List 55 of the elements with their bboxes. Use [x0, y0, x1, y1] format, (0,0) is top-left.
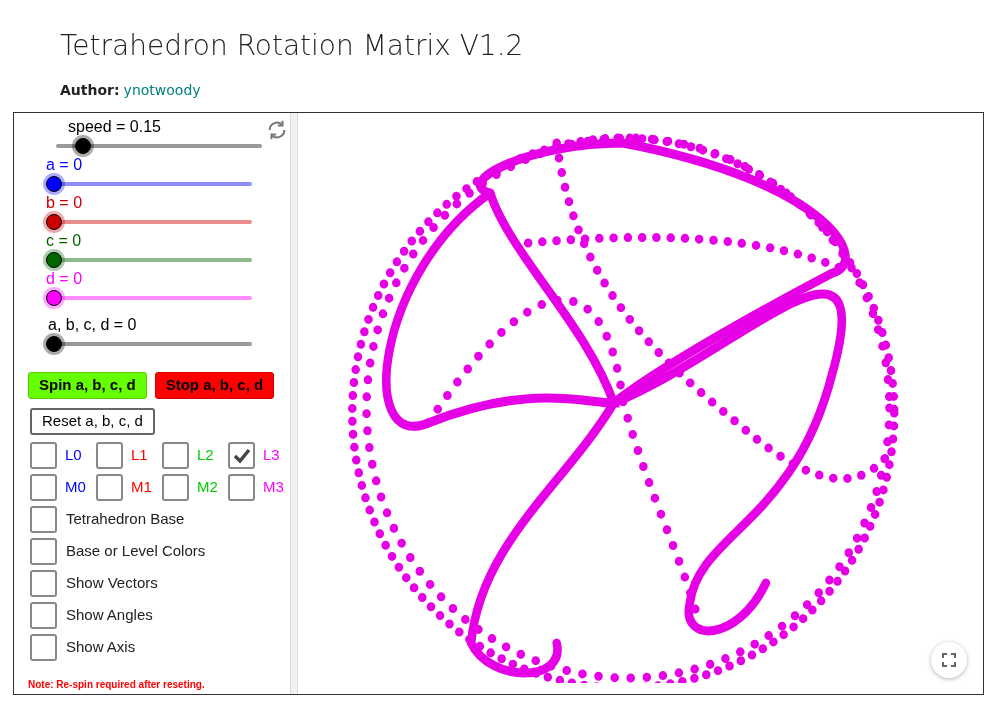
checkbox[interactable]	[96, 474, 123, 501]
fullscreen-icon	[942, 653, 956, 667]
slider-track[interactable]	[46, 174, 252, 194]
reset-button[interactable]: Reset a, b, c, d	[30, 408, 155, 435]
checkbox-label: L3	[263, 445, 280, 466]
slider-thumb[interactable]	[75, 138, 91, 154]
slider-label: a, b, c, d = 0	[48, 316, 137, 334]
slider-thumb[interactable]	[46, 252, 62, 268]
slider-label: b = 0	[46, 194, 83, 212]
note-text: Note: Re-spin required after reseting.	[28, 678, 205, 692]
checkbox-label: M3	[263, 477, 284, 498]
slider-thumb[interactable]	[46, 336, 62, 352]
slider-track[interactable]	[46, 250, 252, 270]
checkbox-label: Tetrahedron Base	[66, 509, 185, 530]
action-button[interactable]: Stop a, b, c, d	[154, 372, 275, 399]
slider-track[interactable]	[46, 212, 252, 232]
checkbox-label: M1	[131, 477, 152, 498]
checkbox-label: Show Axis	[66, 637, 136, 658]
slider-label: d = 0	[46, 270, 83, 288]
slider-track[interactable]	[46, 334, 252, 354]
slider-track[interactable]	[56, 136, 262, 156]
checkbox[interactable]	[30, 474, 57, 501]
checkbox[interactable]	[30, 442, 57, 469]
checkbox[interactable]	[30, 506, 57, 533]
author-link[interactable]: ynotwoody	[123, 80, 201, 101]
slider-label: a = 0	[46, 156, 83, 174]
checkbox[interactable]	[162, 474, 189, 501]
checkbox[interactable]	[162, 442, 189, 469]
slider-track[interactable]	[46, 288, 252, 308]
slider-thumb[interactable]	[46, 290, 62, 306]
check-icon	[232, 447, 251, 464]
slider-label: c = 0	[46, 232, 82, 250]
checkbox-label: L1	[131, 445, 148, 466]
checkbox[interactable]	[30, 634, 57, 661]
checkbox[interactable]	[30, 570, 57, 597]
checkbox-label: L2	[197, 445, 214, 466]
checkbox-label: L0	[65, 445, 82, 466]
checkbox-label: Base or Level Colors	[66, 541, 206, 562]
author-label: Author:	[60, 81, 120, 100]
slider-thumb[interactable]	[46, 214, 62, 230]
checkbox[interactable]	[30, 602, 57, 629]
checkbox[interactable]	[30, 538, 57, 565]
checkbox-label: M2	[197, 477, 218, 498]
page-title: Tetrahedron Rotation Matrix V1.2	[60, 28, 525, 64]
fullscreen-button[interactable]	[931, 642, 967, 678]
checkbox[interactable]	[228, 474, 255, 501]
slider-label: speed = 0.15	[68, 118, 161, 136]
checkbox-label: Show Vectors	[66, 573, 158, 594]
slider-thumb[interactable]	[46, 176, 62, 192]
checkbox-label: M0	[65, 477, 86, 498]
checkbox-label: Show Angles	[66, 605, 153, 626]
checkbox[interactable]	[96, 442, 123, 469]
action-button[interactable]: Spin a, b, c, d	[28, 372, 147, 399]
checkbox[interactable]	[228, 442, 255, 469]
refresh-icon[interactable]	[266, 119, 288, 141]
